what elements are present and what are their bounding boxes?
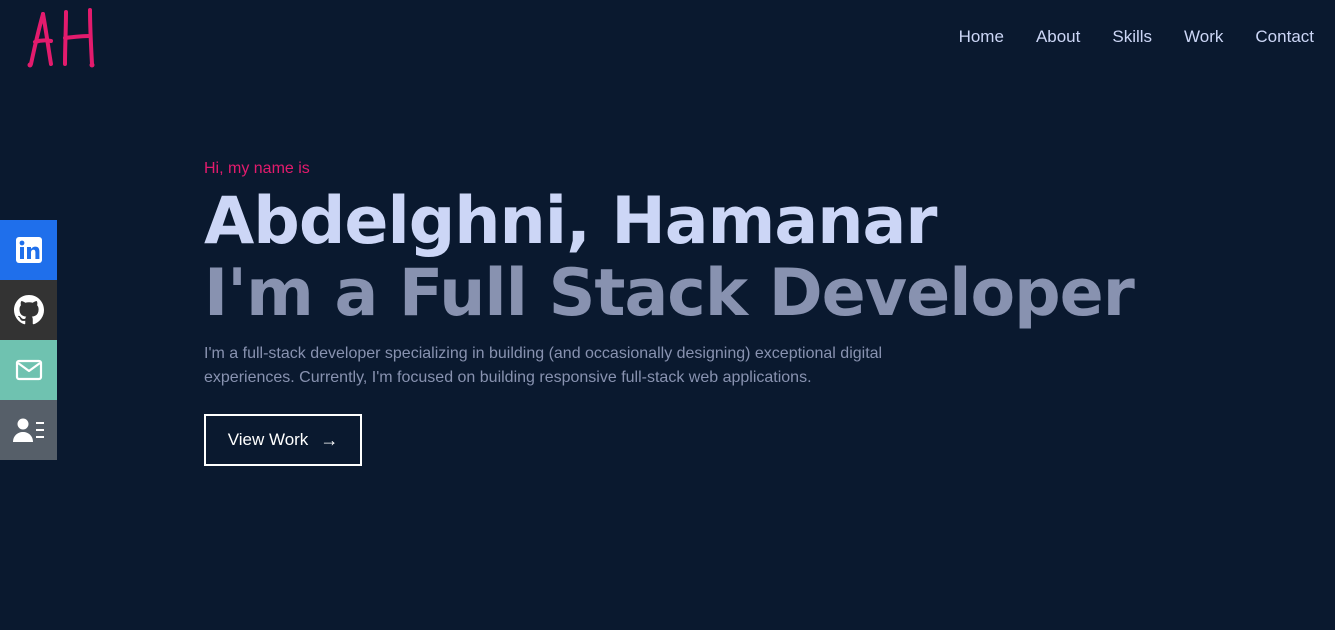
mail-icon: [15, 359, 42, 381]
resume-button[interactable]: [0, 400, 57, 460]
main-nav: Home About Skills Work Contact: [927, 27, 1314, 47]
nav-about[interactable]: About: [1036, 27, 1080, 47]
hero-bio: I'm a full-stack developer specializing …: [204, 345, 883, 386]
page: Home About Skills Work Contact Hi, my na…: [0, 0, 1335, 630]
greeting-text: Hi, my name is: [204, 160, 310, 177]
linkedin-icon: [15, 237, 42, 263]
nav-work[interactable]: Work: [1184, 27, 1223, 47]
arrow-right-icon: →: [320, 430, 339, 450]
resume-icon: [12, 418, 44, 442]
nav-skills[interactable]: Skills: [1112, 27, 1152, 47]
view-work-label: View Work: [227, 430, 309, 449]
logo-icon: [27, 8, 95, 68]
social-sidebar: [0, 220, 57, 460]
logo[interactable]: [26, 6, 102, 68]
mail-button[interactable]: [0, 340, 57, 400]
github-icon: [13, 295, 44, 325]
linkedin-button[interactable]: [0, 220, 57, 280]
nav-home[interactable]: Home: [959, 27, 1004, 47]
hero-role: I'm a Full Stack Developer: [204, 256, 1135, 331]
nav-contact[interactable]: Contact: [1255, 27, 1314, 47]
hero-section: Hi, my name is Abdelghni, Hamanar I'm a …: [204, 158, 1204, 466]
github-button[interactable]: [0, 280, 57, 340]
view-work-button[interactable]: View Work →: [204, 414, 362, 466]
hero-name: Abdelghni, Hamanar: [204, 184, 937, 259]
